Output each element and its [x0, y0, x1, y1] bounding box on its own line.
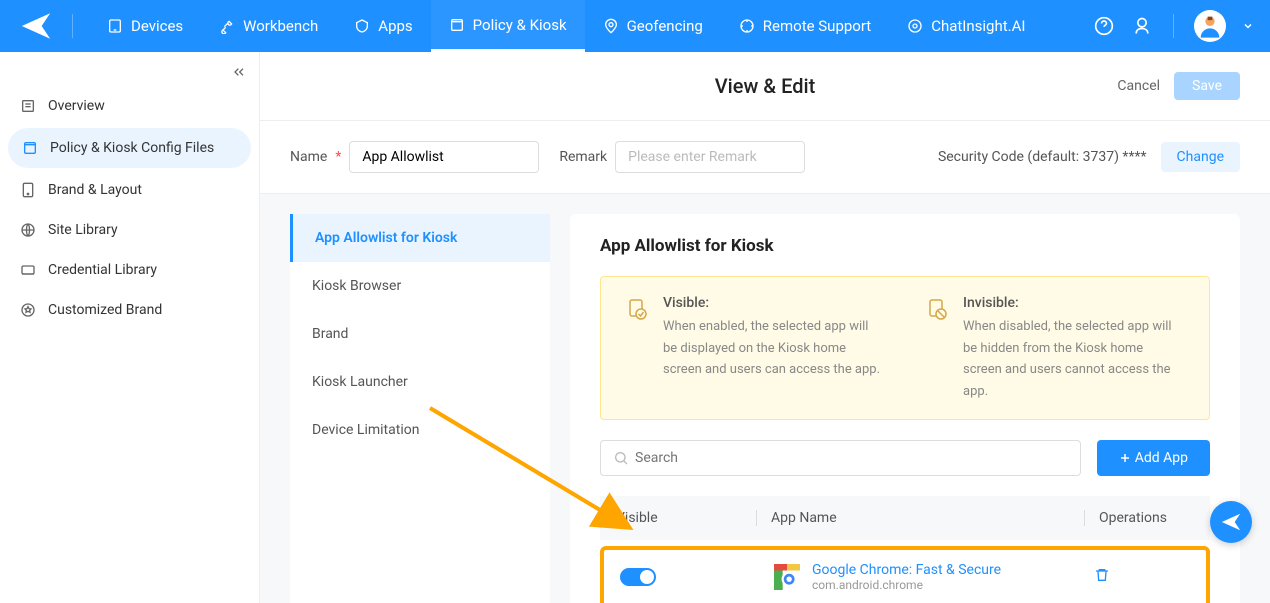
right-panel: App Allowlist for Kiosk Visible: When en… [570, 214, 1240, 603]
main-header: View & Edit Cancel Save [260, 52, 1270, 121]
nav-right [1093, 10, 1254, 42]
chrome-icon [774, 564, 800, 590]
table-row: Google Chrome: Fast & Secure com.android… [604, 550, 1206, 603]
invisible-icon [925, 297, 949, 401]
visible-icon [625, 297, 649, 401]
security-code-label: Security Code (default: 3737) **** [938, 149, 1147, 165]
chevron-down-icon[interactable] [1242, 20, 1254, 32]
info-box: Visible: When enabled, the selected app … [600, 276, 1210, 420]
logo[interactable] [16, 6, 56, 46]
sidebar: Overview Policy & Kiosk Config Files Bra… [0, 52, 260, 603]
panel-title: App Allowlist for Kiosk [600, 236, 1210, 256]
table-header: Visible App Name Operations [600, 496, 1210, 540]
sidebar-label: Brand & Layout [48, 182, 142, 198]
search-box[interactable] [600, 440, 1081, 476]
sidebar-credential-library[interactable]: Credential Library [0, 250, 259, 290]
sidebar-label: Credential Library [48, 262, 157, 278]
nav-chatinsight[interactable]: ChatInsight.AI [889, 0, 1043, 52]
delete-button[interactable] [1094, 567, 1110, 587]
visible-title: Visible: [663, 295, 885, 311]
remark-label: Remark [559, 149, 607, 165]
col-ops: Operations [1084, 510, 1194, 526]
collapse-button[interactable] [231, 64, 247, 84]
name-input[interactable] [349, 141, 539, 173]
app-package: com.android.chrome [812, 578, 1001, 592]
nav-apps[interactable]: Apps [336, 0, 430, 52]
nav-workbench[interactable]: Workbench [201, 0, 336, 52]
sidebar-site-library[interactable]: Site Library [0, 210, 259, 250]
tab-device-limitation[interactable]: Device Limitation [290, 406, 550, 454]
notification-icon[interactable] [1131, 15, 1153, 37]
sidebar-label: Overview [48, 98, 105, 114]
form-row: Name * Remark Security Code (default: 37… [260, 121, 1270, 194]
sidebar-label: Site Library [48, 222, 118, 238]
nav-label: Policy & Kiosk [473, 16, 567, 34]
invisible-desc: When disabled, the selected app will be … [963, 319, 1172, 399]
sidebar-customized-brand[interactable]: Customized Brand [0, 290, 259, 330]
nav-label: ChatInsight.AI [931, 17, 1025, 35]
col-visible: Visible [616, 510, 756, 526]
avatar[interactable] [1194, 10, 1226, 42]
nav-policy-kiosk[interactable]: Policy & Kiosk [431, 0, 585, 52]
highlight-annotation: Google Chrome: Fast & Secure com.android… [600, 546, 1210, 603]
tab-kiosk-browser[interactable]: Kiosk Browser [290, 262, 550, 310]
divider [72, 14, 73, 38]
col-name: App Name [756, 510, 1084, 526]
name-label: Name [290, 149, 327, 165]
visibility-toggle[interactable] [620, 568, 656, 586]
sidebar-overview[interactable]: Overview [0, 86, 259, 126]
tab-app-allowlist[interactable]: App Allowlist for Kiosk [290, 214, 550, 262]
tab-kiosk-launcher[interactable]: Kiosk Launcher [290, 358, 550, 406]
sidebar-label: Customized Brand [48, 302, 162, 318]
visible-desc: When enabled, the selected app will be d… [663, 319, 880, 377]
search-icon [613, 450, 629, 466]
help-icon[interactable] [1093, 15, 1115, 37]
save-button[interactable]: Save [1174, 72, 1240, 100]
add-app-button[interactable]: Add App [1097, 440, 1210, 476]
cancel-button[interactable]: Cancel [1117, 78, 1160, 94]
remark-input[interactable] [615, 141, 805, 173]
fab-button[interactable] [1210, 501, 1252, 543]
invisible-title: Invisible: [963, 295, 1185, 311]
nav-items: Devices Workbench Apps Policy & Kiosk Ge… [89, 0, 1093, 52]
app-name[interactable]: Google Chrome: Fast & Secure [812, 562, 1001, 578]
sidebar-label: Policy & Kiosk Config Files [50, 140, 214, 156]
nav-label: Remote Support [763, 17, 871, 35]
top-nav: Devices Workbench Apps Policy & Kiosk Ge… [0, 0, 1270, 52]
nav-label: Geofencing [627, 17, 703, 35]
divider [1173, 14, 1174, 38]
nav-label: Workbench [243, 17, 318, 35]
page-title: View & Edit [715, 74, 815, 98]
required-mark: * [335, 149, 341, 165]
change-button[interactable]: Change [1161, 142, 1240, 172]
nav-remote-support[interactable]: Remote Support [721, 0, 889, 52]
tab-brand[interactable]: Brand [290, 310, 550, 358]
nav-label: Apps [378, 17, 412, 35]
search-input[interactable] [629, 441, 1068, 475]
nav-devices[interactable]: Devices [89, 0, 201, 52]
left-panel: App Allowlist for Kiosk Kiosk Browser Br… [290, 214, 550, 603]
nav-label: Devices [131, 17, 183, 35]
main: View & Edit Cancel Save Name * Remark Se… [260, 52, 1270, 603]
sidebar-config-files[interactable]: Policy & Kiosk Config Files [8, 128, 251, 168]
sidebar-brand-layout[interactable]: Brand & Layout [0, 170, 259, 210]
nav-geofencing[interactable]: Geofencing [585, 0, 721, 52]
plus-icon [1119, 452, 1131, 464]
